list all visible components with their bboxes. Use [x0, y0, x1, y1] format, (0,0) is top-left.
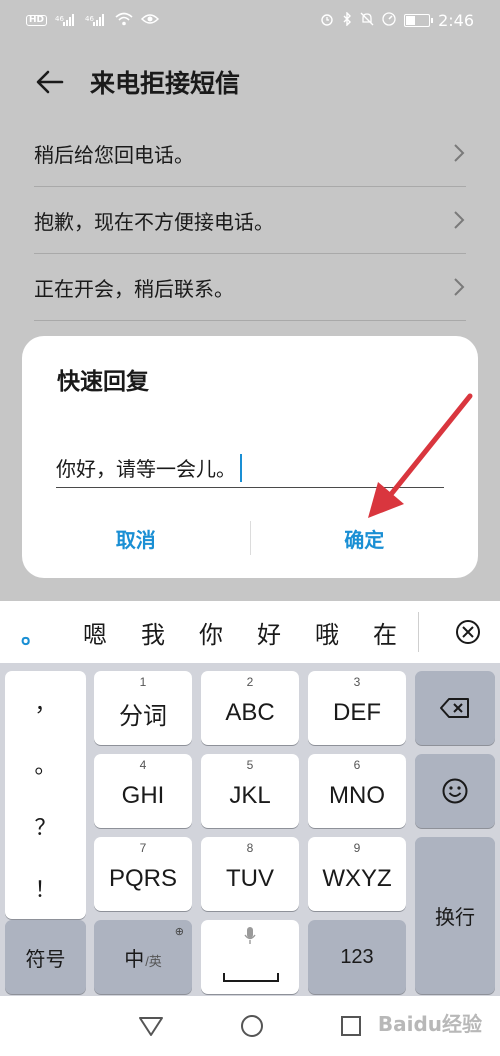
microphone-icon	[244, 927, 256, 944]
key-8[interactable]: 8 TUV	[201, 837, 299, 911]
reply-list: 稍后给您回电话。 抱歉，现在不方便接电话。 正在开会，稍后联系。	[0, 120, 500, 321]
list-item-label: 正在开会，稍后联系。	[34, 276, 234, 301]
space-bar-icon	[223, 973, 279, 982]
candidate-item[interactable]: 好	[240, 615, 298, 650]
space-key[interactable]: 0	[201, 920, 299, 994]
mute-icon	[360, 12, 374, 28]
candidate-list: 嗯 我 你 好 哦 在	[66, 601, 436, 663]
svg-text:46: 46	[85, 15, 94, 23]
page-title: 来电拒接短信	[90, 69, 241, 98]
candidate-punct[interactable]: 。	[0, 615, 66, 650]
candidate-item[interactable]: 你	[182, 615, 240, 650]
app-header: 来电拒接短信	[0, 52, 500, 112]
key-3[interactable]: 3 DEF	[308, 671, 406, 745]
candidate-separator	[418, 612, 419, 652]
candidate-item[interactable]: 我	[124, 615, 182, 650]
reply-input-value: 你好，请等一会儿。	[56, 457, 236, 481]
bluetooth-icon	[342, 11, 352, 28]
chevron-right-icon	[454, 144, 465, 162]
eye-icon	[140, 13, 160, 27]
list-item-label: 抱歉，现在不方便接电话。	[34, 209, 274, 234]
keyboard: ， 。 ？ ！ 1 分词 2 ABC 3 DEF 4 GHI 5 JKL 6 M…	[0, 663, 500, 996]
punctuation-column: ， 。 ？ ！	[5, 671, 86, 919]
recents-square-icon[interactable]	[340, 1015, 362, 1037]
key-4[interactable]: 4 GHI	[94, 754, 192, 828]
candidate-item[interactable]: 嗯	[66, 615, 124, 650]
text-caret	[240, 453, 242, 482]
dialog-buttons: 取消 确定	[22, 512, 478, 564]
status-right: 2:46	[320, 11, 474, 30]
status-time: 2:46	[438, 10, 474, 30]
numbers-key[interactable]: 123	[308, 920, 406, 994]
cancel-button[interactable]: 取消	[22, 524, 250, 553]
list-item[interactable]: 抱歉，现在不方便接电话。	[34, 187, 466, 254]
backspace-icon	[440, 698, 469, 718]
signal-icon: 46	[55, 13, 77, 28]
watermark-logo: Baidu经验	[377, 1012, 482, 1036]
ime-candidate-bar: 。 嗯 我 你 好 哦 在	[0, 601, 500, 663]
key-7[interactable]: 7 PQRS	[94, 837, 192, 911]
language-toggle-key[interactable]: ⊕ 中/英	[94, 920, 192, 994]
hd-icon: HD	[26, 14, 48, 26]
punct-key-question[interactable]: ？	[5, 795, 86, 857]
lang-sub-label: /英	[145, 953, 162, 969]
quick-reply-dialog: 快速回复 你好，请等一会儿。 取消 确定	[22, 336, 478, 578]
symbols-key[interactable]: 符号	[5, 920, 86, 994]
key-2[interactable]: 2 ABC	[201, 671, 299, 745]
emoji-key[interactable]	[415, 754, 495, 828]
candidate-item[interactable]: 哦	[298, 615, 356, 650]
enter-key[interactable]: 换行	[415, 837, 495, 994]
key-5[interactable]: 5 JKL	[201, 754, 299, 828]
key-1[interactable]: 1 分词	[94, 671, 192, 745]
wifi-icon	[115, 12, 133, 28]
status-left: HD 46 46	[26, 12, 160, 28]
battery-icon	[404, 13, 434, 27]
reply-input[interactable]: 你好，请等一会儿。	[56, 448, 444, 488]
speed-icon	[382, 12, 396, 28]
chevron-right-icon	[454, 278, 465, 296]
candidate-item[interactable]: 在	[356, 615, 414, 650]
chevron-right-icon	[454, 211, 465, 229]
backspace-key[interactable]	[415, 671, 495, 745]
punct-key-period[interactable]: 。	[5, 733, 86, 795]
list-item[interactable]: 正在开会，稍后联系。	[34, 254, 466, 321]
globe-icon: ⊕	[174, 926, 184, 938]
smiley-icon	[442, 778, 468, 804]
key-9[interactable]: 9 WXYZ	[308, 837, 406, 911]
punct-key-exclaim[interactable]: ！	[5, 857, 86, 919]
back-triangle-icon[interactable]	[138, 1015, 164, 1037]
punct-key-comma[interactable]: ，	[5, 671, 86, 733]
list-item-label: 稍后给您回电话。	[34, 142, 194, 167]
confirm-button[interactable]: 确定	[251, 524, 479, 553]
key-6[interactable]: 6 MNO	[308, 754, 406, 828]
home-circle-icon[interactable]	[240, 1014, 264, 1038]
list-item[interactable]: 稍后给您回电话。	[34, 120, 466, 187]
svg-text:46: 46	[55, 15, 64, 23]
signal-icon-2: 46	[85, 13, 107, 28]
dialog-title: 快速回复	[57, 369, 149, 395]
status-bar: HD 46 46 2:46	[0, 0, 500, 40]
alarm-icon	[320, 12, 334, 28]
close-circle-icon	[456, 620, 480, 644]
lang-main-label: 中	[124, 948, 145, 971]
back-arrow-icon[interactable]	[34, 66, 66, 98]
close-candidates-button[interactable]	[436, 601, 500, 663]
